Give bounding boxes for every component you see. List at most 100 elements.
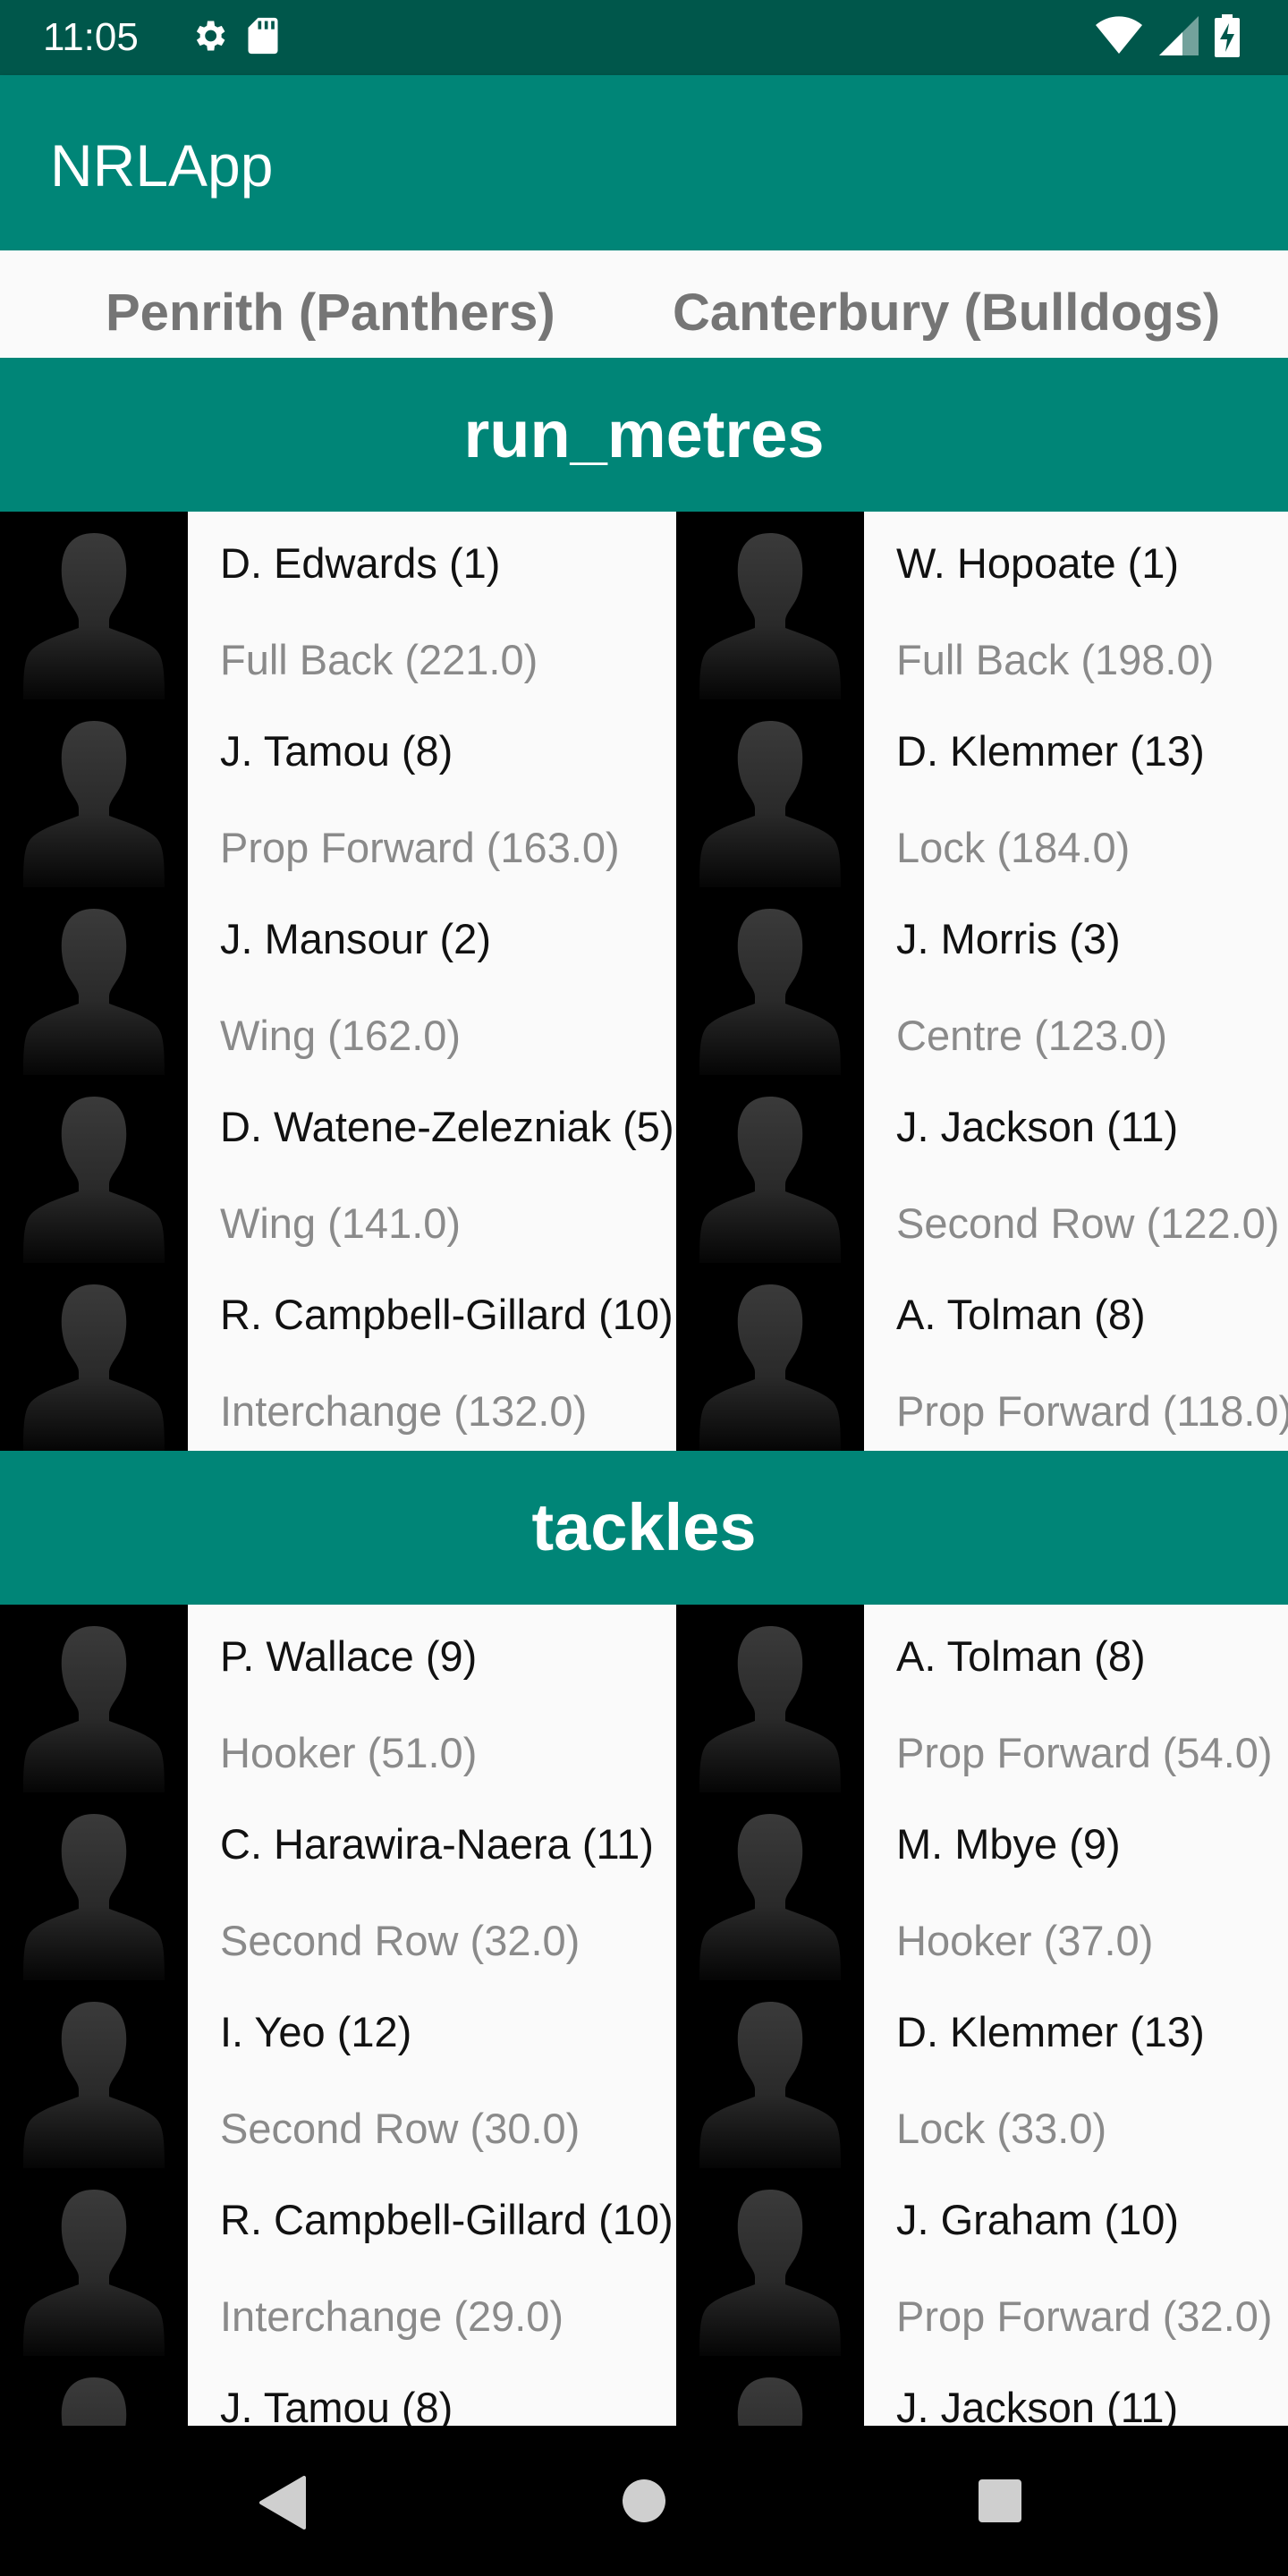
player-name: C. Harawira-Naera (11) — [220, 1820, 654, 1868]
person-silhouette-icon — [23, 2002, 165, 2168]
player-name: J. Morris (3) — [896, 915, 1121, 962]
player-avatar — [676, 1980, 864, 2168]
list-item[interactable]: M. Mbye (9) Hooker (37.0) — [676, 1792, 1288, 1980]
player-detail: Prop Forward (118.0) — [896, 1387, 1288, 1435]
player-detail: Second Row (122.0) — [896, 1199, 1280, 1247]
away-players-list[interactable]: W. Hopoate (1) Full Back (198.0) D. Klemm… — [676, 512, 1288, 1451]
player-detail: Lock (184.0) — [896, 824, 1131, 871]
player-avatar — [0, 1075, 188, 1263]
home-players-list[interactable]: D. Edwards (1) Full Back (221.0) J. Tamou… — [0, 512, 676, 1451]
settings-icon — [196, 21, 225, 51]
player-avatar — [676, 1792, 864, 1980]
person-silhouette-icon — [23, 1626, 165, 1792]
player-avatar — [0, 512, 188, 699]
player-name: D. Edwards (1) — [220, 539, 501, 587]
player-avatar — [0, 1263, 188, 1451]
recents-icon[interactable] — [977, 2478, 1023, 2524]
list-item[interactable]: J. Tamou (8) — [0, 2356, 676, 2426]
home-players-list[interactable]: P. Wallace (9) Hooker (51.0) C. Harawira-… — [0, 1605, 676, 2426]
player-avatar — [0, 1980, 188, 2168]
player-name: D. Klemmer (13) — [896, 727, 1205, 775]
team-header: Penrith (Panthers) Canterbury (Bulldogs) — [0, 250, 1288, 358]
section-title-tackles: tackles — [0, 1451, 1288, 1605]
away-players-list[interactable]: A. Tolman (8) Prop Forward (54.0) M. Mbye… — [676, 1605, 1288, 2426]
person-silhouette-icon — [23, 533, 165, 699]
person-silhouette-icon — [699, 721, 841, 887]
player-name: D. Watene-Zelezniak (5) — [220, 1103, 674, 1150]
player-avatar — [0, 1792, 188, 1980]
section-title-run-metres: run_metres — [0, 358, 1288, 512]
person-silhouette-icon — [699, 1814, 841, 1980]
list-item[interactable]: J. Graham (10) Prop Forward (32.0) — [676, 2168, 1288, 2356]
battery-charging-icon — [1215, 14, 1240, 57]
list-item[interactable]: R. Campbell-Gillard (10) Interchange (132… — [0, 1263, 676, 1451]
sd-card-icon — [248, 17, 278, 55]
person-silhouette-icon — [699, 1626, 841, 1792]
player-avatar — [0, 1605, 188, 1792]
list-item[interactable]: J. Tamou (8) Prop Forward (163.0) — [0, 699, 676, 887]
player-avatar — [0, 887, 188, 1075]
list-item[interactable]: J. Jackson (11) — [676, 2356, 1288, 2426]
navigation-bar — [0, 2426, 1288, 2576]
player-name: J. Jackson (11) — [896, 1103, 1179, 1150]
person-silhouette-icon — [61, 2377, 127, 2426]
player-avatar — [676, 1263, 864, 1451]
player-detail: Interchange (132.0) — [220, 1387, 588, 1435]
person-silhouette-icon — [737, 2377, 803, 2426]
player-detail: Prop Forward (163.0) — [220, 824, 620, 871]
list-item[interactable]: D. Watene-Zelezniak (5) Wing (141.0) — [0, 1075, 676, 1263]
player-avatar — [0, 699, 188, 887]
person-silhouette-icon — [23, 1814, 165, 1980]
list-item[interactable]: A. Tolman (8) Prop Forward (118.0) — [676, 1263, 1288, 1451]
player-avatar — [676, 2356, 864, 2426]
player-avatar — [0, 2168, 188, 2356]
player-name: P. Wallace (9) — [220, 1632, 478, 1680]
player-avatar — [676, 512, 864, 699]
list-item[interactable]: W. Hopoate (1) Full Back (198.0) — [676, 512, 1288, 699]
list-item[interactable]: D. Edwards (1) Full Back (221.0) — [0, 512, 676, 699]
player-detail: Prop Forward (54.0) — [896, 1729, 1273, 1776]
list-item[interactable]: A. Tolman (8) Prop Forward (54.0) — [676, 1605, 1288, 1792]
list-item[interactable]: R. Campbell-Gillard (10) Interchange (29.… — [0, 2168, 676, 2356]
list-item[interactable]: J. Mansour (2) Wing (162.0) — [0, 887, 676, 1075]
home-team-name: Penrith (Panthers) — [106, 284, 555, 342]
home-icon[interactable] — [621, 2478, 667, 2524]
player-detail: Interchange (29.0) — [220, 2292, 564, 2340]
list-item[interactable]: D. Klemmer (13) Lock (184.0) — [676, 699, 1288, 887]
back-icon[interactable] — [258, 2476, 308, 2529]
player-avatar — [676, 887, 864, 1075]
player-detail: Second Row (30.0) — [220, 2105, 580, 2152]
list-item[interactable]: P. Wallace (9) Hooker (51.0) — [0, 1605, 676, 1792]
person-silhouette-icon — [23, 721, 165, 887]
player-detail: Hooker (51.0) — [220, 1729, 478, 1776]
player-detail: Hooker (37.0) — [896, 1917, 1154, 1964]
wifi-icon — [1096, 16, 1143, 54]
player-name: J. Tamou (8) — [220, 727, 453, 775]
person-silhouette-icon — [23, 909, 165, 1075]
player-name: J. Jackson (11) — [896, 2384, 1179, 2426]
list-item[interactable]: J. Morris (3) Centre (123.0) — [676, 887, 1288, 1075]
player-avatar — [676, 699, 864, 887]
player-avatar — [676, 2168, 864, 2356]
player-name: W. Hopoate (1) — [896, 539, 1180, 587]
list-item[interactable]: J. Jackson (11) Second Row (122.0) — [676, 1075, 1288, 1263]
app-title: NRLApp — [50, 132, 274, 199]
person-silhouette-icon — [699, 2002, 841, 2168]
player-name: I. Yeo (12) — [220, 2008, 412, 2055]
player-avatar — [676, 1605, 864, 1792]
person-silhouette-icon — [23, 2190, 165, 2356]
away-team-name: Canterbury (Bulldogs) — [673, 284, 1221, 342]
list-item[interactable]: D. Klemmer (13) Lock (33.0) — [676, 1980, 1288, 2168]
player-name: D. Klemmer (13) — [896, 2008, 1205, 2055]
person-silhouette-icon — [699, 1097, 841, 1263]
player-detail: Wing (141.0) — [220, 1199, 462, 1247]
list-item[interactable]: I. Yeo (12) Second Row (30.0) — [0, 1980, 676, 2168]
player-name: M. Mbye (9) — [896, 1820, 1121, 1868]
cell-signal-icon — [1158, 16, 1199, 55]
app-bar: NRLApp — [0, 75, 1288, 250]
player-avatar — [0, 2356, 188, 2426]
player-name: R. Campbell-Gillard (10) — [220, 1291, 674, 1338]
list-item[interactable]: C. Harawira-Naera (11) Second Row (32.0) — [0, 1792, 676, 1980]
player-detail: Full Back (198.0) — [896, 636, 1215, 683]
status-time: 11:05 — [43, 15, 139, 59]
